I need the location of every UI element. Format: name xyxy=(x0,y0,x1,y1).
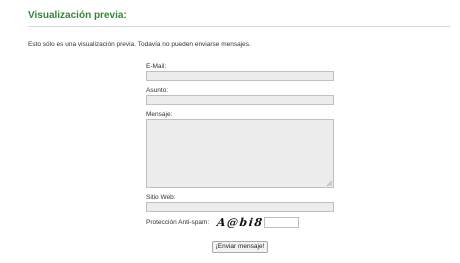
email-field[interactable] xyxy=(146,71,334,81)
page-title: Visualización previa: xyxy=(28,10,127,21)
preview-notice: Esto sólo es una visualización previa. T… xyxy=(28,41,251,48)
captcha-image: A@bi8 xyxy=(216,216,265,229)
website-field[interactable] xyxy=(146,202,334,212)
email-label: E-Mail: xyxy=(146,63,167,70)
antispam-label: Protección Anti-spam: xyxy=(146,219,210,226)
title-divider xyxy=(28,26,450,27)
subject-field[interactable] xyxy=(146,95,334,105)
website-label: Sitio Web: xyxy=(146,194,176,201)
submit-button[interactable]: ¡Enviar mensaje! xyxy=(211,241,269,253)
message-label: Mensaje: xyxy=(146,111,173,118)
captcha-input[interactable] xyxy=(264,217,299,228)
message-textarea[interactable] xyxy=(146,119,334,188)
subject-label: Asunto: xyxy=(146,87,169,94)
resize-handle-icon[interactable] xyxy=(327,181,332,186)
antispam-row: Protección Anti-spam: A@bi8 xyxy=(146,216,334,229)
contact-form: E-Mail: Asunto: Mensaje: Sitio Web: Prot… xyxy=(146,63,334,253)
